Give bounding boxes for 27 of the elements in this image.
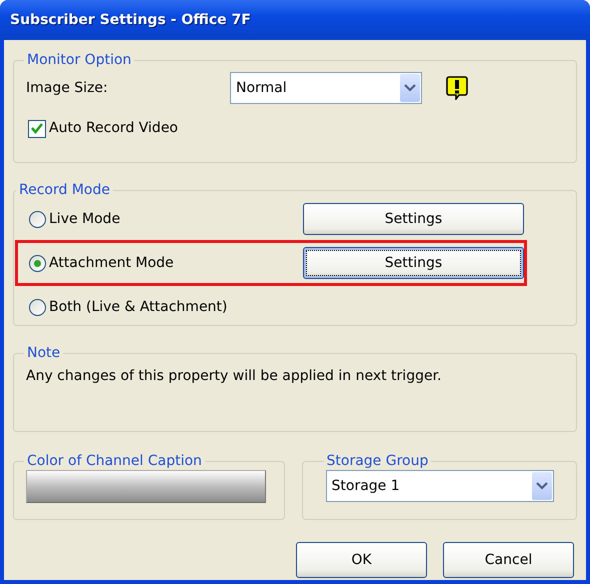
dialog-button[interactable]: OK: [296, 542, 427, 578]
group-legend: Note: [24, 344, 64, 362]
warning-icon: [446, 76, 468, 100]
settings-button[interactable]: Settings: [302, 247, 524, 279]
group-legend: Color of Channel Caption: [24, 452, 205, 470]
settings-button[interactable]: Settings: [302, 203, 524, 235]
radio-button[interactable]: [29, 254, 46, 272]
radio-label[interactable]: Attachment Mode: [49, 252, 174, 274]
group-legend: Storage Group: [324, 452, 432, 470]
window-title: Subscriber Settings - Office 7F: [10, 10, 251, 30]
image-size-dropdown[interactable]: Normal: [230, 72, 422, 104]
chevron-down-icon: [536, 482, 548, 490]
image-size-label: Image Size:: [26, 78, 109, 98]
note-text: Any changes of this property will be applied in next trigger.: [26, 367, 442, 386]
storage-group-dropdown[interactable]: Storage 1: [326, 470, 554, 502]
caption-color-button[interactable]: [26, 470, 266, 503]
group-legend: Monitor Option: [24, 51, 134, 69]
checkbox[interactable]: [28, 120, 46, 138]
radio-button[interactable]: [29, 298, 46, 316]
group-legend: Record Mode: [16, 181, 113, 199]
checkmark-icon: [31, 123, 43, 134]
radio-label[interactable]: Live Mode: [49, 208, 120, 230]
chevron-down-icon: [404, 84, 416, 92]
checkbox-label[interactable]: Auto Record Video: [49, 118, 178, 139]
radio-button[interactable]: [29, 210, 46, 228]
dialog-button[interactable]: Cancel: [443, 542, 574, 578]
radio-label[interactable]: Both (Live & Attachment): [49, 296, 228, 318]
